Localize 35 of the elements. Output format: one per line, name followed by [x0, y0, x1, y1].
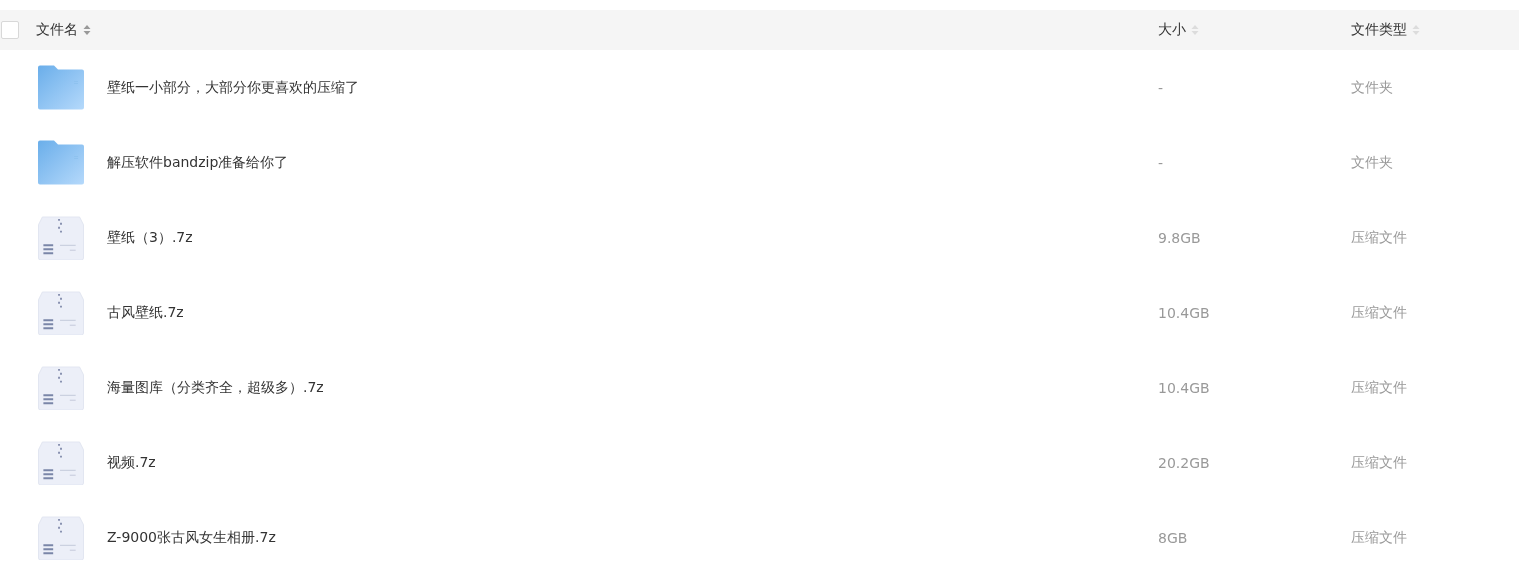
sort-icon[interactable] [1412, 24, 1420, 36]
column-header[interactable]: 文件名 [36, 21, 78, 39]
archive-icon [38, 290, 84, 335]
file-name[interactable]: 视频.7z [107, 453, 156, 472]
file-size: - [1158, 154, 1164, 171]
archive-icon [38, 215, 84, 260]
sort-icon[interactable] [83, 24, 91, 36]
folder-icon [38, 65, 84, 110]
file-name[interactable]: 解压软件bandzip准备给你了 [107, 153, 289, 172]
file-size: 8GB [1158, 529, 1188, 546]
file-name[interactable]: 海量图库（分类齐全，超级多）.7z [107, 378, 324, 397]
column-header[interactable]: 大小 [1158, 21, 1186, 39]
sort-icon[interactable] [1191, 24, 1199, 36]
file-size: 20.2GB [1158, 454, 1210, 471]
file-size: 9.8GB [1158, 229, 1201, 246]
file-type: 压缩文件 [1351, 378, 1407, 395]
select-all-checkbox[interactable] [1, 21, 19, 39]
file-type: 压缩文件 [1351, 453, 1407, 470]
file-name[interactable]: 壁纸一小部分，大部分你更喜欢的压缩了 [107, 78, 359, 97]
file-size: - [1158, 79, 1164, 96]
file-size: 10.4GB [1158, 304, 1210, 321]
file-type: 文件夹 [1351, 153, 1393, 170]
file-name[interactable]: 古风壁纸.7z [107, 303, 184, 322]
file-name[interactable]: 壁纸（3）.7z [107, 228, 193, 247]
file-type: 压缩文件 [1351, 303, 1407, 320]
archive-icon [38, 440, 84, 485]
archive-icon [38, 515, 84, 560]
file-type: 压缩文件 [1351, 228, 1407, 245]
file-type: 文件夹 [1351, 78, 1393, 95]
file-size: 10.4GB [1158, 379, 1210, 396]
file-type: 压缩文件 [1351, 528, 1407, 545]
archive-icon [38, 365, 84, 410]
file-name[interactable]: Z-9000张古风女生相册.7z [107, 528, 276, 547]
folder-icon [38, 140, 84, 185]
column-header[interactable]: 文件类型 [1351, 21, 1407, 39]
